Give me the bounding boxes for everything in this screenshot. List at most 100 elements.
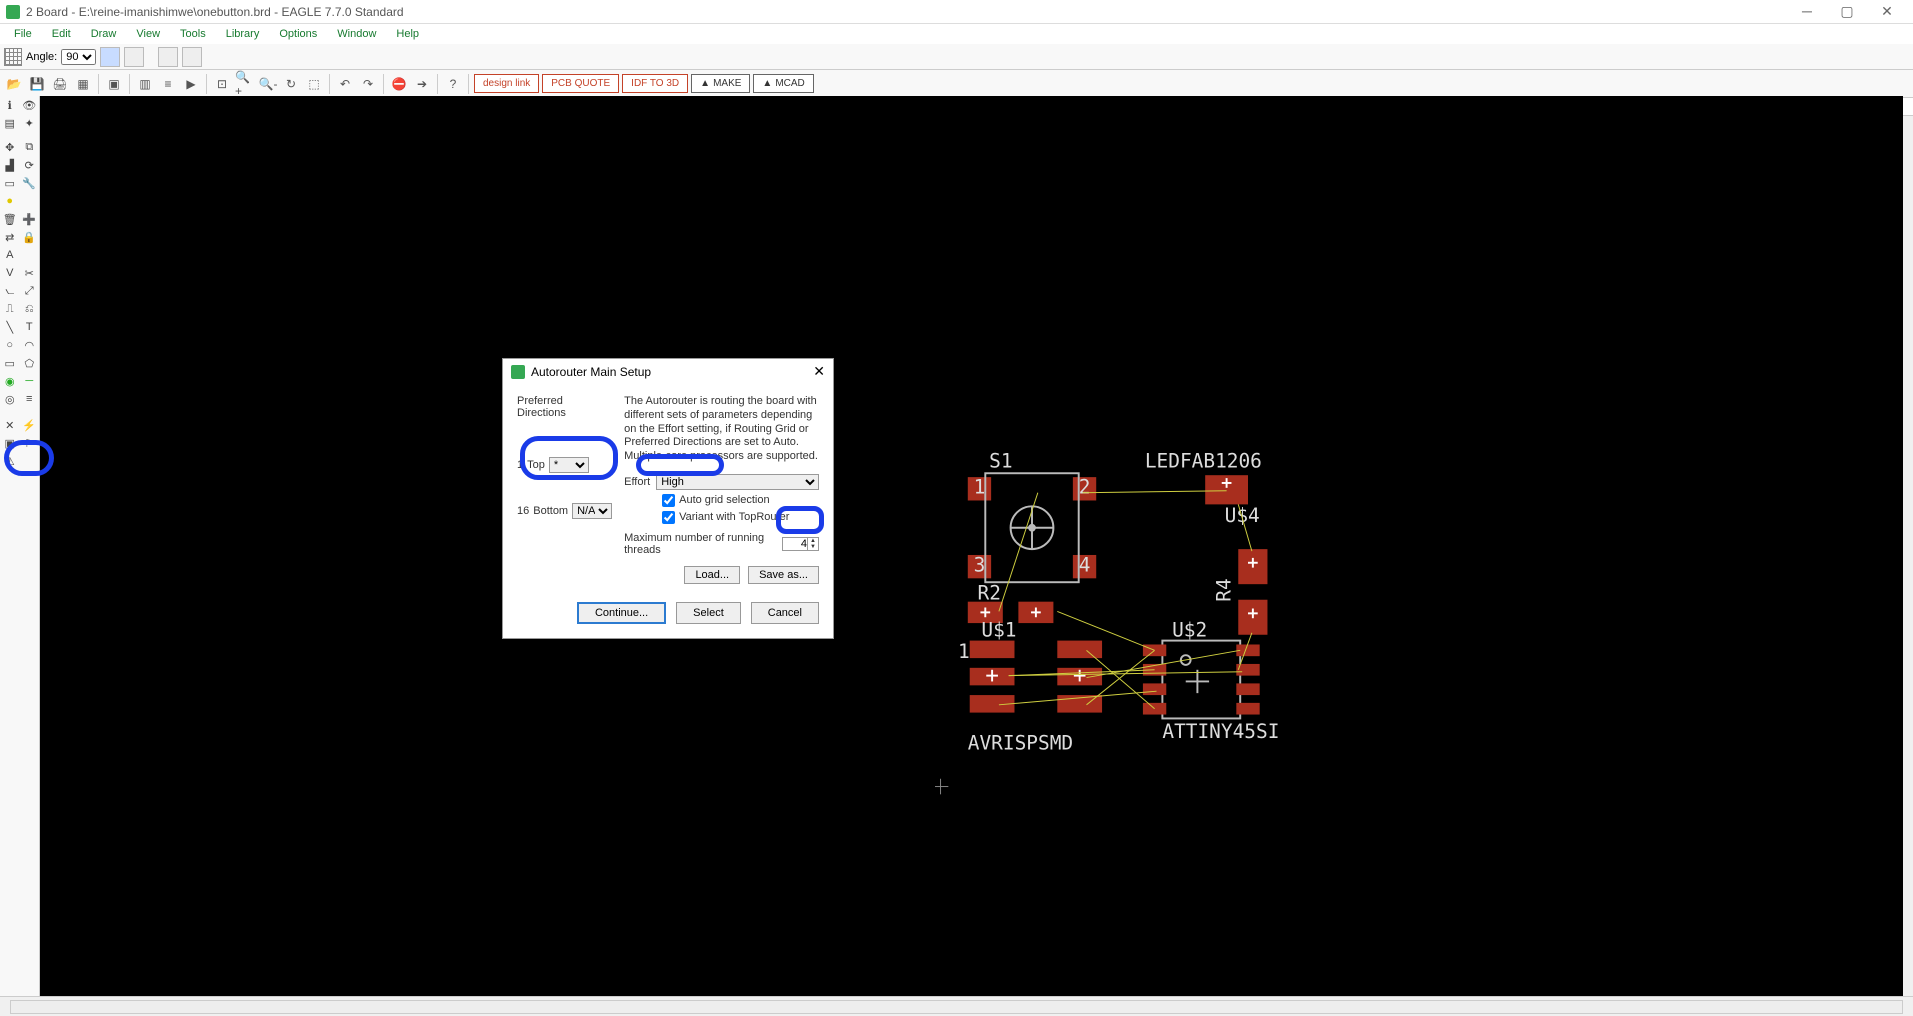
menu-view[interactable]: View xyxy=(126,28,170,40)
script-icon[interactable]: ≡ xyxy=(158,74,178,94)
save-as-button[interactable]: Save as... xyxy=(748,566,819,584)
mcad-button[interactable]: ▲MCAD xyxy=(753,74,813,93)
ratsnest-tool-icon[interactable]: ✕ xyxy=(0,416,20,434)
make-button[interactable]: ▲MAKE xyxy=(691,74,750,93)
grid-snap-button[interactable] xyxy=(100,47,120,67)
dialog-close-icon[interactable]: ✕ xyxy=(813,363,825,380)
print-icon[interactable]: 🖨 xyxy=(50,74,70,94)
undo-icon[interactable]: ↶ xyxy=(335,74,355,94)
board-canvas[interactable]: S1 1 2 3 4 R2 LEDFAB1206 U$4 R4 U$1 1 xyxy=(40,96,1903,996)
menu-options[interactable]: Options xyxy=(269,28,327,40)
ripup-tool-icon[interactable]: ⎌ xyxy=(20,300,40,318)
menu-tools[interactable]: Tools xyxy=(170,28,216,40)
pcb-quote-button[interactable]: PCB QUOTE xyxy=(542,74,619,93)
auto-tool-icon[interactable]: ⚡ xyxy=(20,416,40,434)
menu-edit[interactable]: Edit xyxy=(42,28,81,40)
wire-tool-icon[interactable]: ╲ xyxy=(0,318,20,336)
label-r4: R4 xyxy=(1212,578,1235,601)
menu-bar: File Edit Draw View Tools Library Option… xyxy=(0,24,1913,44)
lock-tool-icon[interactable]: 🔒 xyxy=(20,228,40,246)
rotate-tool-icon[interactable]: ⟳ xyxy=(20,156,40,174)
move-tool-icon[interactable]: ✥ xyxy=(0,138,20,156)
design-link-button[interactable]: design link xyxy=(474,74,539,93)
run-icon[interactable]: ▶ xyxy=(181,74,201,94)
smash-tool-icon[interactable]: ✂ xyxy=(20,264,40,282)
zoom-redraw-icon[interactable]: ↻ xyxy=(281,74,301,94)
layer-tool-icon[interactable]: ▤ xyxy=(0,114,20,132)
threads-input[interactable] xyxy=(783,538,807,550)
warning-icon[interactable]: ⚠ xyxy=(0,452,20,470)
grid-icon[interactable] xyxy=(4,48,22,66)
circle-tool-icon[interactable]: ○ xyxy=(0,336,20,354)
show-tool-icon[interactable]: 👁 xyxy=(20,96,40,114)
close-button[interactable]: ✕ xyxy=(1867,3,1907,20)
value-tool-icon[interactable]: V xyxy=(0,264,20,282)
zoom-fit-icon[interactable]: ⊡ xyxy=(212,74,232,94)
text-tool-icon[interactable]: T xyxy=(20,318,40,336)
load-button[interactable]: Load... xyxy=(684,566,740,584)
mirror-tool-icon[interactable]: ▟ xyxy=(0,156,20,174)
add-tool-icon[interactable]: ➕ xyxy=(20,210,40,228)
copy-tool-icon[interactable]: ⧉ xyxy=(20,138,40,156)
idf-3d-button[interactable]: IDF TO 3D xyxy=(622,74,688,93)
zoom-in-icon[interactable]: 🔍+ xyxy=(235,74,255,94)
horizontal-scrollbar[interactable] xyxy=(10,1000,1903,1014)
zoom-out-icon[interactable]: 🔍- xyxy=(258,74,278,94)
menu-draw[interactable]: Draw xyxy=(81,28,127,40)
label-avrisp: AVRISPSMD xyxy=(968,732,1073,755)
hole-tool-icon[interactable]: ◎ xyxy=(0,390,20,408)
auto-grid-checkbox[interactable]: Auto grid selection xyxy=(662,494,819,507)
threads-spinner[interactable]: ▲▼ xyxy=(782,537,819,551)
menu-library[interactable]: Library xyxy=(216,28,270,40)
delete-tool-icon[interactable]: 🗑 xyxy=(0,210,20,228)
info-tool-icon[interactable]: ℹ xyxy=(0,96,20,114)
menu-file[interactable]: File xyxy=(4,28,42,40)
redo-icon[interactable]: ↷ xyxy=(358,74,378,94)
library-icon[interactable]: ▥ xyxy=(135,74,155,94)
miter-tool-icon[interactable]: ⦦ xyxy=(0,282,20,300)
select-button[interactable]: Select xyxy=(676,602,741,624)
open-icon[interactable]: 📂 xyxy=(4,74,24,94)
zoom-select-icon[interactable]: ⬚ xyxy=(304,74,324,94)
pcb-layout: S1 1 2 3 4 R2 LEDFAB1206 U$4 R4 U$1 1 xyxy=(935,446,1345,806)
svg-text:3: 3 xyxy=(974,554,986,577)
polygon-tool-icon[interactable]: ⬠ xyxy=(20,354,40,372)
menu-window[interactable]: Window xyxy=(327,28,386,40)
grid-style-button[interactable] xyxy=(124,47,144,67)
cam-icon[interactable]: ▦ xyxy=(73,74,93,94)
menu-help[interactable]: Help xyxy=(386,28,429,40)
stop-icon[interactable]: ⛔ xyxy=(389,74,409,94)
layer-list-button[interactable] xyxy=(182,47,202,67)
minimize-button[interactable]: ─ xyxy=(1787,3,1827,20)
group-tool-icon[interactable]: ▭ xyxy=(0,174,20,192)
help-icon[interactable]: ? xyxy=(443,74,463,94)
angle-select[interactable]: 90 xyxy=(61,49,96,65)
erc-tool-icon[interactable]: ▣ xyxy=(0,434,20,452)
errors-tool-icon[interactable]: ⚐ xyxy=(20,434,40,452)
replace-tool-icon[interactable]: ⇄ xyxy=(0,228,20,246)
go-icon[interactable]: ➔ xyxy=(412,74,432,94)
layer-top-select[interactable]: * xyxy=(549,457,589,473)
toprouter-checkbox[interactable]: Variant with TopRouter xyxy=(662,511,819,524)
schematic-icon[interactable]: ▣ xyxy=(104,74,124,94)
route-tool-icon[interactable]: ⎍ xyxy=(0,300,20,318)
layer-bottom-select[interactable]: N/A xyxy=(572,503,612,519)
continue-button[interactable]: Continue... xyxy=(577,602,666,624)
arc-tool-icon[interactable]: ◠ xyxy=(20,336,40,354)
dialog-titlebar[interactable]: Autorouter Main Setup ✕ xyxy=(503,359,833,385)
rect-tool-icon[interactable]: ▭ xyxy=(0,354,20,372)
change-tool-icon[interactable]: 🔧 xyxy=(20,174,40,192)
save-icon[interactable]: 💾 xyxy=(27,74,47,94)
maximize-button[interactable]: ▢ xyxy=(1827,3,1867,20)
spin-down-icon[interactable]: ▼ xyxy=(808,544,818,550)
signal-tool-icon[interactable]: ─ xyxy=(20,372,40,390)
mark-tool-icon[interactable]: ✦ xyxy=(20,114,40,132)
layer-stack-button[interactable] xyxy=(158,47,178,67)
cancel-button[interactable]: Cancel xyxy=(751,602,819,624)
name-tool-icon[interactable]: A xyxy=(0,246,20,264)
via-tool-icon[interactable]: ◉ xyxy=(0,372,20,390)
paste-tool-icon[interactable]: ● xyxy=(0,192,20,210)
split-tool-icon[interactable]: ⤢ xyxy=(20,282,40,300)
attribute-tool-icon[interactable]: ≡ xyxy=(20,390,40,408)
effort-select[interactable]: High xyxy=(656,474,819,490)
